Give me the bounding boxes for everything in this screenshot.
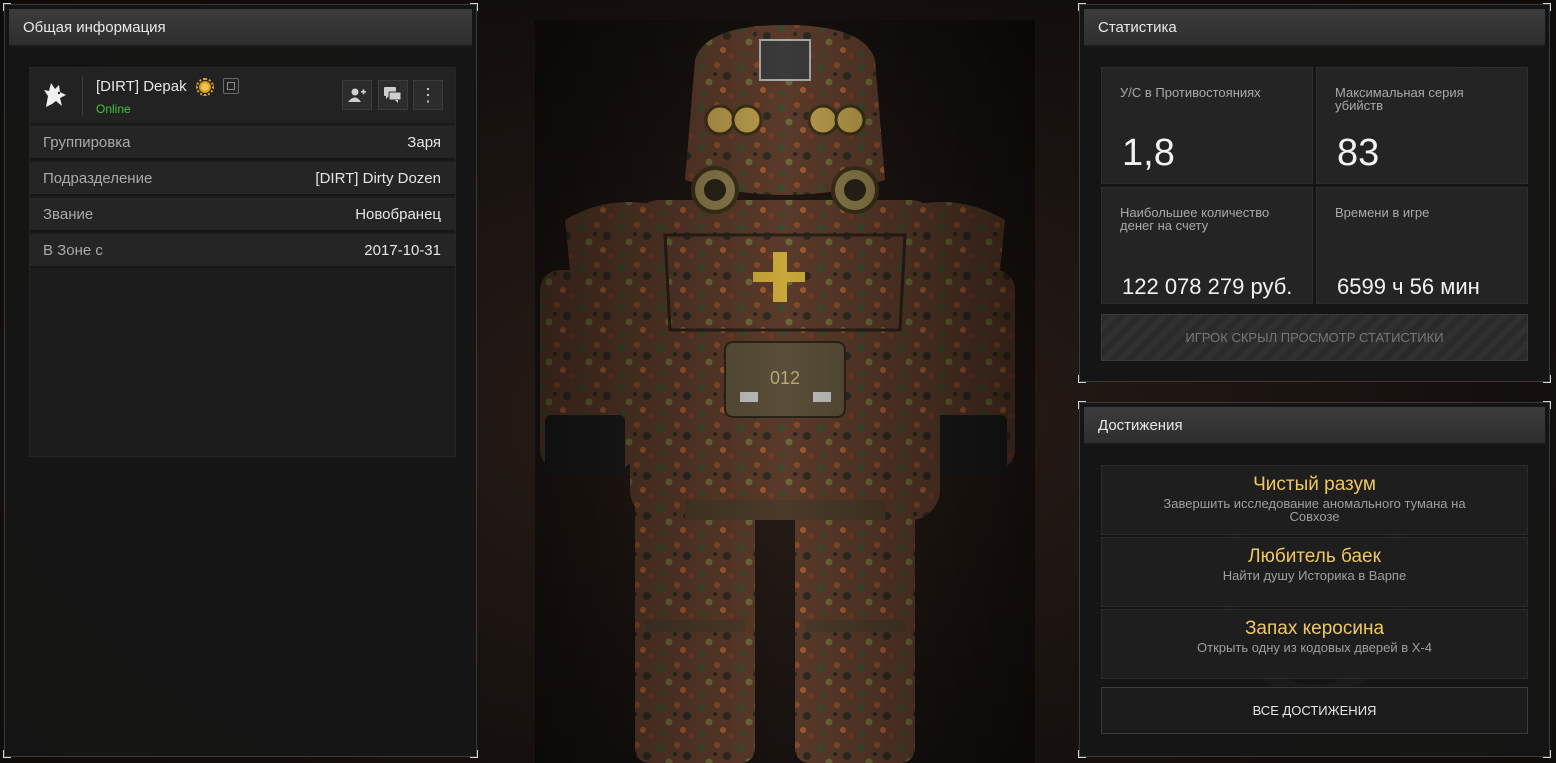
stats-hidden-notice: ИГРОК СКРЫЛ ПРОСМОТР СТАТИСТИКИ [1101,314,1528,361]
corner-decoration [1543,375,1551,383]
corner-decoration [470,750,478,758]
stat-play-time: Времени в игре 6599 ч 56 мин [1316,187,1528,304]
user-plus-icon [348,88,366,102]
corner-decoration [1078,750,1086,758]
row-label: Подразделение [43,170,153,187]
message-button[interactable] [378,80,408,110]
chest-number: 012 [770,368,800,388]
row-label: Группировка [43,134,131,151]
achievement-item[interactable]: Запах керосина Открыть одну из кодовых д… [1101,609,1528,679]
achievement-item[interactable]: Чистый разум Завершить исследование аном… [1101,465,1528,535]
panel-title: Общая информация [9,9,472,47]
info-box: [DIRT] Depak Online ⋮ Группировка Заря П… [29,67,456,457]
online-status: Online [96,102,131,116]
corner-decoration [3,750,11,758]
stat-label: Наибольшее количество денег на счету [1120,205,1270,233]
add-friend-button[interactable] [342,80,372,110]
achievement-description: Открыть одну из кодовых дверей в Х-4 [1197,640,1432,655]
statistics-panel: Статистика У/С в Противостояниях 1,8 Мак… [1078,3,1551,383]
more-vertical-icon: ⋮ [419,85,437,105]
general-info-panel: Общая информация [DIRT] Depak Online ⋮ Г… [3,3,478,758]
gold-badge-icon [196,78,214,96]
more-options-button[interactable]: ⋮ [413,80,443,110]
stat-value: 83 [1337,132,1380,174]
achievement-description: Найти душу Историка в Варпе [1222,568,1407,583]
achievements-panel: Достижения Чистый разум Завершить исслед… [1078,401,1551,758]
row-value: 2017-10-31 [364,242,441,259]
stat-label: У/С в Противостояниях [1120,85,1261,100]
all-achievements-button[interactable]: ВСЕ ДОСТИЖЕНИЯ [1101,687,1528,734]
stat-label: Времени в игре [1335,205,1430,220]
stat-value: 6599 ч 56 мин [1337,274,1480,299]
achievement-title: Любитель баек [1248,546,1381,567]
stat-value: 122 078 279 руб. [1122,274,1293,299]
row-value: [DIRT] Dirty Dozen [315,170,441,187]
corner-decoration [1078,375,1086,383]
info-row-in-zone-since: В Зоне с 2017-10-31 [30,234,455,268]
wolf-icon [44,83,66,107]
panel-title: Статистика [1084,9,1545,47]
info-row-rank: Звание Новобранец [30,198,455,232]
row-label: В Зоне с [43,242,103,259]
chat-icon [384,87,402,103]
character-model[interactable]: 012 [535,20,1035,763]
achievement-title: Запах керосина [1244,618,1385,639]
row-value: Заря [407,134,441,151]
info-row-squad: Подразделение [DIRT] Dirty Dozen [30,162,455,196]
achievement-item[interactable]: Любитель баек Найти душу Историка в Варп… [1101,537,1528,607]
info-row-faction: Группировка Заря [30,126,455,160]
achievement-description: Завершить исследование аномального туман… [1163,496,1466,524]
stat-value: 1,8 [1122,132,1175,174]
player-name: [DIRT] Depak [96,78,187,95]
stat-max-kill-streak: Максимальная серия убийств 83 [1316,67,1528,184]
stat-label: Максимальная серия убийств [1335,85,1464,113]
row-label: Звание [43,206,94,223]
achievement-title: Чистый разум [1253,474,1376,495]
panel-title: Достижения [1084,407,1545,445]
stat-kd-ratio: У/С в Противостояниях 1,8 [1101,67,1313,184]
corner-decoration [1543,750,1551,758]
player-row: [DIRT] Depak Online ⋮ [30,68,455,124]
row-value: Новобранец [355,206,441,223]
copy-icon[interactable] [223,78,239,94]
stat-max-money: Наибольшее количество денег на счету 122… [1101,187,1313,304]
divider [82,76,83,116]
